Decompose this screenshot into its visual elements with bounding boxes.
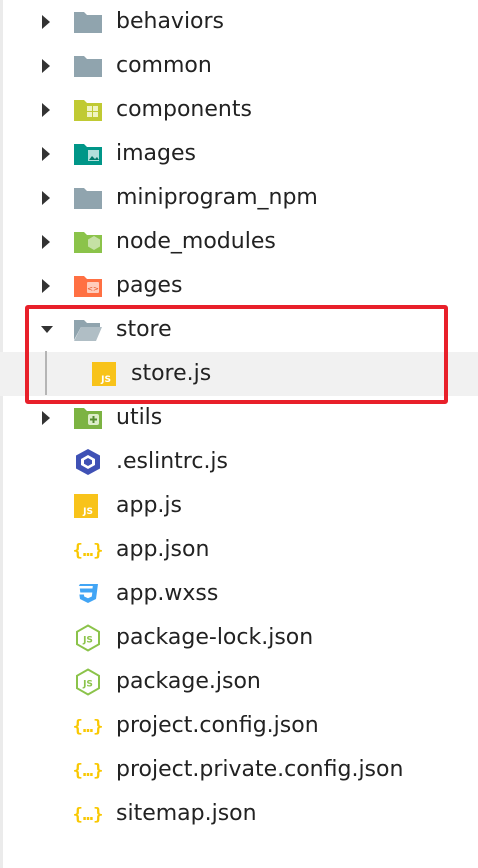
svg-text:{…}: {…} bbox=[73, 805, 103, 825]
tree-file-package-json[interactable]: JS package.json bbox=[0, 660, 478, 704]
json-icon: {…} bbox=[73, 756, 104, 784]
chevron-right-icon[interactable] bbox=[40, 0, 60, 44]
tree-file-project-config-json[interactable]: {…} project.config.json bbox=[0, 704, 478, 748]
node-js-icon: JS bbox=[73, 668, 103, 696]
chevron-right-icon[interactable] bbox=[40, 220, 60, 264]
tree-folder-miniprogram-npm[interactable]: miniprogram_npm bbox=[0, 176, 478, 220]
tree-file-package-lock-json[interactable]: JS package-lock.json bbox=[0, 616, 478, 660]
pages-folder-icon: <> bbox=[73, 272, 103, 300]
tree-item-label: components bbox=[116, 97, 252, 122]
tree-folder-common[interactable]: common bbox=[0, 44, 478, 88]
svg-text:JS: JS bbox=[82, 636, 93, 646]
chevron-right-icon[interactable] bbox=[40, 264, 60, 308]
components-folder-icon bbox=[73, 96, 103, 124]
folder-icon bbox=[73, 184, 103, 212]
css-icon bbox=[73, 580, 103, 608]
node-folder-icon bbox=[73, 228, 103, 256]
chevron-right-icon[interactable] bbox=[40, 176, 60, 220]
tree-item-label: project.private.config.json bbox=[116, 757, 404, 782]
images-folder-icon bbox=[73, 140, 103, 168]
tree-folder-images[interactable]: images bbox=[0, 132, 478, 176]
tree-item-label: behaviors bbox=[116, 9, 225, 34]
tree-item-label: package.json bbox=[116, 669, 261, 694]
svg-text:<>: <> bbox=[87, 285, 99, 293]
node-js-icon: JS bbox=[73, 624, 103, 652]
tree-item-label: .eslintrc.js bbox=[116, 449, 229, 474]
svg-text:JS: JS bbox=[82, 507, 93, 517]
tree-file-sitemap-json[interactable]: {…} sitemap.json bbox=[0, 792, 478, 836]
utils-folder-icon bbox=[73, 404, 103, 432]
json-icon: {…} bbox=[73, 800, 104, 828]
tree-file-eslintrc[interactable]: .eslintrc.js bbox=[0, 440, 478, 484]
chevron-right-icon[interactable] bbox=[40, 132, 60, 176]
tree-item-label: pages bbox=[116, 273, 183, 298]
eslint-icon bbox=[73, 448, 103, 476]
highlight-annotation-box bbox=[25, 305, 448, 404]
tree-folder-behaviors[interactable]: behaviors bbox=[0, 0, 478, 44]
tree-folder-pages[interactable]: <> pages bbox=[0, 264, 478, 308]
tree-item-label: sitemap.json bbox=[116, 801, 257, 826]
tree-item-label: miniprogram_npm bbox=[116, 185, 318, 210]
tree-file-project-private-config-json[interactable]: {…} project.private.config.json bbox=[0, 748, 478, 792]
tree-item-label: common bbox=[116, 53, 212, 78]
tree-file-app-wxss[interactable]: app.wxss bbox=[0, 572, 478, 616]
tree-item-label: app.json bbox=[116, 537, 210, 562]
svg-text:{…}: {…} bbox=[73, 717, 103, 737]
folder-icon bbox=[73, 52, 103, 80]
svg-text:{…}: {…} bbox=[73, 541, 103, 561]
tree-item-label: app.wxss bbox=[116, 581, 219, 606]
svg-text:JS: JS bbox=[82, 680, 93, 690]
tree-item-label: project.config.json bbox=[116, 713, 319, 738]
tree-item-label: images bbox=[116, 141, 196, 166]
json-icon: {…} bbox=[73, 536, 104, 564]
chevron-right-icon[interactable] bbox=[40, 44, 60, 88]
chevron-right-icon[interactable] bbox=[40, 88, 60, 132]
tree-file-app-js[interactable]: JS app.js bbox=[0, 484, 478, 528]
tree-file-app-json[interactable]: {…} app.json bbox=[0, 528, 478, 572]
tree-item-label: app.js bbox=[116, 493, 182, 518]
js-file-icon: JS bbox=[73, 493, 99, 519]
tree-item-label: package-lock.json bbox=[116, 625, 314, 650]
svg-text:{…}: {…} bbox=[73, 761, 103, 781]
json-icon: {…} bbox=[73, 712, 104, 740]
folder-icon bbox=[73, 8, 103, 36]
tree-folder-components[interactable]: components bbox=[0, 88, 478, 132]
tree-folder-node-modules[interactable]: node_modules bbox=[0, 220, 478, 264]
tree-item-label: node_modules bbox=[116, 229, 276, 254]
